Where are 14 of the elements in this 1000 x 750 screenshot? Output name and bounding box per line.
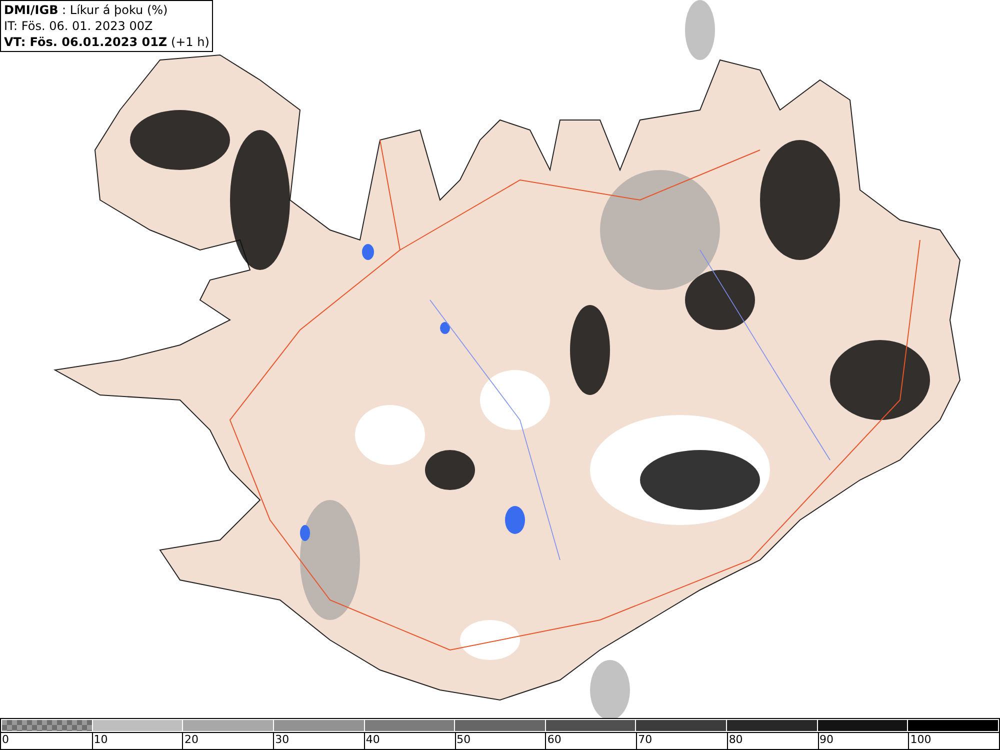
legend-label: 90 <box>820 733 834 746</box>
info-line: IT: Fös. 06. 01. 2023 00Z <box>4 18 154 34</box>
legend-label: 20 <box>184 733 198 746</box>
legend-label: 70 <box>638 733 652 746</box>
legend-label: 10 <box>94 733 108 746</box>
legend-label: 60 <box>547 733 562 746</box>
info-line: DMI/IGB : Líkur á þoku (%) <box>4 2 169 18</box>
legend-label: 40 <box>366 733 380 746</box>
info-line: VT: Fös. 06.01.2023 01Z (+1 h) <box>4 34 210 50</box>
legend-label: 0 <box>2 733 9 746</box>
legend-label: 50 <box>456 733 471 746</box>
legend-label: 100 <box>910 733 932 746</box>
legend-label: 80 <box>728 733 743 746</box>
legend-label: 30 <box>275 733 290 746</box>
